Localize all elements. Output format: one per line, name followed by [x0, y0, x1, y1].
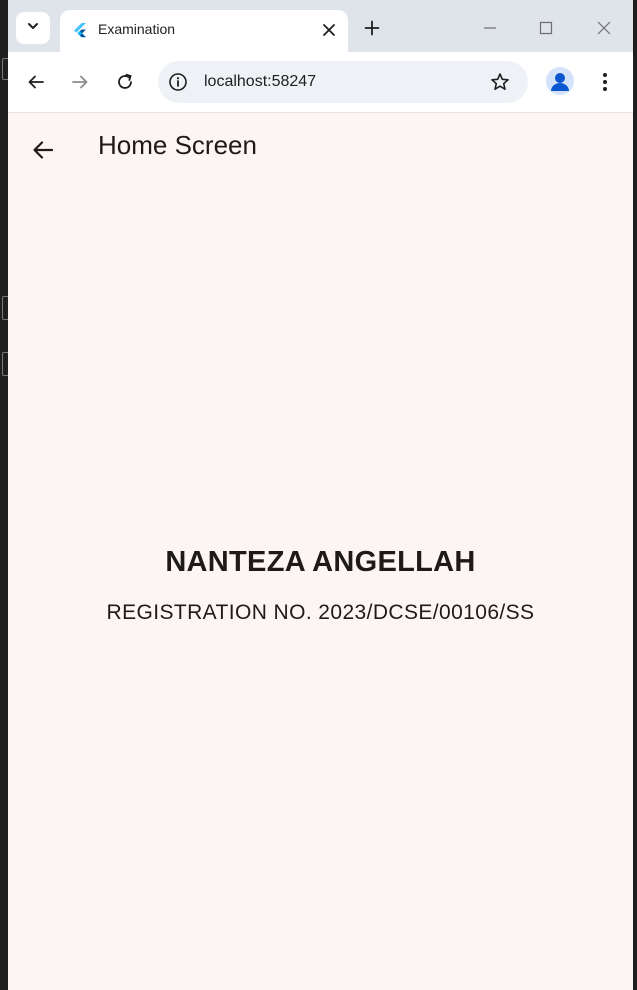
- maximize-icon[interactable]: [534, 16, 558, 40]
- close-window-icon[interactable]: [592, 16, 616, 40]
- tab-examination[interactable]: Examination: [60, 10, 348, 52]
- flutter-icon: [72, 22, 88, 38]
- plus-icon[interactable]: [360, 16, 384, 40]
- tab-search-button[interactable]: [16, 12, 50, 44]
- student-name: NANTEZA ANGELLAH: [165, 546, 476, 578]
- reload-icon: [118, 73, 132, 89]
- account-icon[interactable]: [546, 67, 574, 95]
- minimize-icon[interactable]: [478, 16, 502, 40]
- app-viewport: Home Screen NANTEZA ANGELLAH REGISTRATIO…: [8, 113, 633, 990]
- address-url[interactable]: localhost:58247: [204, 73, 316, 91]
- tab-title: Examination: [98, 21, 176, 37]
- registration-number: REGISTRATION NO. 2023/DCSE/00106/SS: [106, 601, 535, 624]
- arrow-left-icon: [33, 141, 54, 159]
- arrow-left-icon: [28, 75, 44, 89]
- arrow-right-icon: [72, 75, 88, 89]
- browser-toolbar: localhost:58247: [8, 52, 633, 113]
- appbar-back-button[interactable]: [26, 133, 60, 167]
- close-icon[interactable]: [318, 19, 340, 41]
- info-icon[interactable]: [166, 70, 190, 94]
- address-bar[interactable]: localhost:58247: [158, 61, 528, 103]
- chevron-down-icon: [26, 19, 40, 38]
- tab-strip: Examination: [8, 0, 633, 52]
- page-title: Home Screen: [98, 130, 257, 160]
- reload-button[interactable]: [111, 68, 139, 96]
- background-editor-strip: [0, 0, 9, 990]
- browser-window: Examination localhost:58247 Home Screen …: [8, 0, 633, 990]
- star-icon[interactable]: [488, 70, 512, 94]
- back-button[interactable]: [22, 68, 50, 96]
- forward-button[interactable]: [66, 68, 94, 96]
- background-editor-strip-right: [633, 0, 637, 990]
- kebab-menu-icon[interactable]: [593, 68, 617, 96]
